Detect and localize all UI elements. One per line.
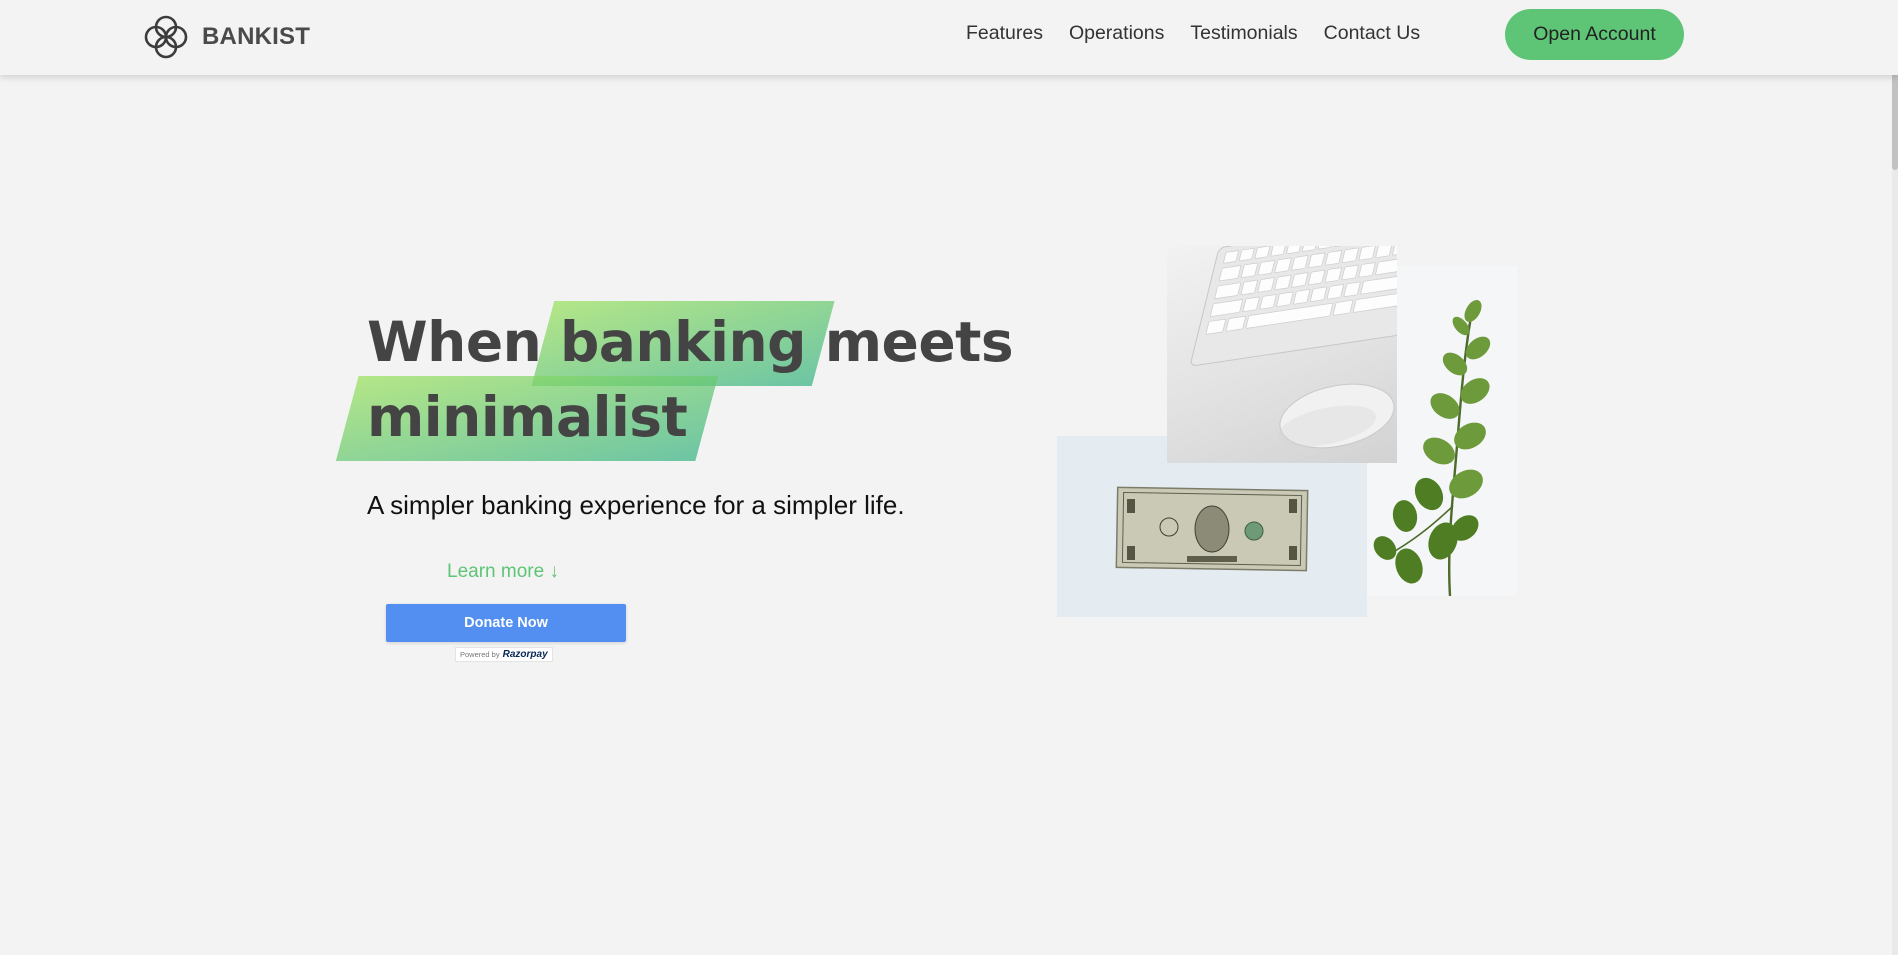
hero-title-word: meets xyxy=(824,310,1014,374)
nav-link-operations[interactable]: Operations xyxy=(1069,22,1164,45)
hero-title: When banking meets minimalist xyxy=(367,305,1014,455)
donate-now-button[interactable]: Donate Now xyxy=(386,604,626,642)
nav-links: Features Operations Testimonials Contact… xyxy=(966,22,1420,45)
hero-illustration xyxy=(1057,246,1517,618)
keyboard-icon xyxy=(1190,246,1397,449)
hero-highlight-banking: banking xyxy=(560,305,807,380)
open-account-button[interactable]: Open Account xyxy=(1505,9,1684,60)
razorpay-brand: Razorpay xyxy=(502,649,548,660)
nav-link-features[interactable]: Features xyxy=(966,22,1043,45)
hero-title-line-2: minimalist xyxy=(367,380,1013,455)
powered-by-label: Powered by xyxy=(460,650,500,659)
hero-highlight-minimalist: minimalist xyxy=(367,380,688,455)
dollar-bill-icon xyxy=(1115,486,1309,572)
learn-more-link[interactable]: Learn more ↓ xyxy=(447,561,559,583)
top-navigation: BANKIST Features Operations Testimonials… xyxy=(0,0,1898,75)
nav-link-contact-us[interactable]: Contact Us xyxy=(1324,22,1420,45)
dollar-bill-photo xyxy=(1057,436,1367,617)
hero-title-line-1: When banking meets xyxy=(367,305,1014,380)
hero-subtitle: A simpler banking experience for a simpl… xyxy=(367,490,905,520)
hero-title-word: When xyxy=(367,310,542,374)
page-scrollbar[interactable] xyxy=(1892,0,1898,955)
nav-link-testimonials[interactable]: Testimonials xyxy=(1190,22,1297,45)
brand-name: BANKIST xyxy=(202,23,311,50)
bankist-logo-icon xyxy=(144,15,188,59)
keyboard-photo xyxy=(1167,246,1397,463)
razorpay-badge[interactable]: Powered by Razorpay xyxy=(455,647,553,662)
brand-logo[interactable]: BANKIST xyxy=(142,14,310,60)
